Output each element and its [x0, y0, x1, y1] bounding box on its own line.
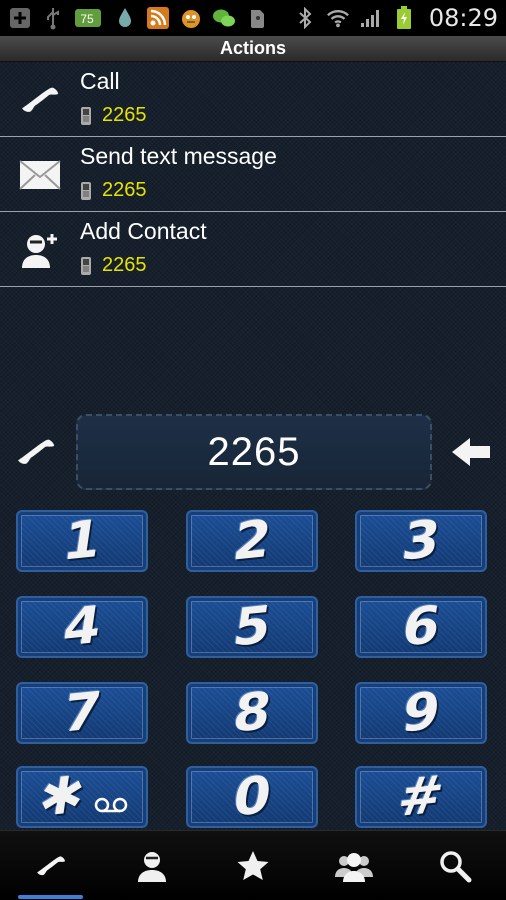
- action-sub: 2265: [80, 104, 147, 127]
- key-3[interactable]: 3: [355, 509, 487, 573]
- status-bar-system: 08:29: [293, 4, 498, 32]
- key-digit: 7: [59, 681, 105, 745]
- dial-call-button[interactable]: [14, 432, 58, 472]
- voicemail-icon: [94, 797, 128, 818]
- nav-favorites[interactable]: [202, 831, 303, 900]
- key-digit: 5: [229, 595, 275, 659]
- key-2[interactable]: 2: [186, 509, 318, 573]
- action-list: Call 2265 Send text message 2265 Add Con…: [0, 62, 506, 287]
- action-label: Send text message: [80, 143, 277, 169]
- search-icon: [439, 851, 471, 883]
- key-digit: 1: [59, 509, 105, 573]
- key-digit: 8: [229, 681, 275, 745]
- monster-icon: [179, 6, 203, 30]
- action-sub: 2265: [80, 254, 147, 277]
- key-digit: ✱: [35, 764, 89, 830]
- add-icon: [8, 6, 32, 30]
- action-add-contact[interactable]: Add Contact 2265: [0, 212, 506, 287]
- action-sub: 2265: [80, 179, 147, 202]
- envelope-icon: [16, 155, 64, 195]
- key-1[interactable]: 1: [16, 509, 148, 573]
- backspace-arrow-icon: [452, 438, 490, 466]
- action-label: Call: [80, 68, 120, 94]
- key-star[interactable]: ✱: [16, 764, 148, 830]
- action-send-text[interactable]: Send text message 2265: [0, 137, 506, 212]
- phone-icon: [36, 856, 65, 876]
- key-digit: 6: [398, 595, 444, 659]
- contact-icon: [137, 852, 166, 882]
- bottom-nav: [0, 830, 506, 900]
- action-call[interactable]: Call 2265: [0, 62, 506, 137]
- battery-icon: [392, 6, 416, 30]
- key-0[interactable]: 0: [186, 765, 318, 829]
- signal-icon: [359, 6, 383, 30]
- action-label: Add Contact: [80, 218, 207, 244]
- group-icon: [334, 853, 373, 882]
- add-contact-icon: [16, 230, 64, 270]
- key-8[interactable]: 8: [186, 681, 318, 745]
- mobile-phone-icon: [81, 256, 91, 275]
- phone-handset-icon: [16, 80, 64, 120]
- battery-level-icon: 75: [74, 6, 104, 30]
- water-drop-icon: [113, 6, 137, 30]
- nav-contacts[interactable]: [101, 831, 202, 900]
- usb-icon: [41, 6, 65, 30]
- action-number: 2265: [102, 179, 147, 201]
- status-bar-notifications: 75: [8, 6, 269, 30]
- nav-search[interactable]: [404, 831, 505, 900]
- key-hash[interactable]: #: [355, 764, 487, 830]
- key-digit: 4: [59, 595, 105, 659]
- nav-groups[interactable]: [303, 831, 404, 900]
- status-time: 08:29: [428, 4, 498, 32]
- bluetooth-icon: [293, 6, 317, 30]
- key-6[interactable]: 6: [355, 595, 487, 659]
- dial-number-display[interactable]: 2265: [76, 414, 432, 490]
- key-digit: 2: [229, 509, 275, 573]
- key-digit: 9: [398, 681, 444, 745]
- star-icon: [237, 851, 268, 880]
- battery-badge-text: 75: [80, 12, 94, 26]
- mobile-phone-icon: [81, 181, 91, 200]
- phone-handset-icon: [18, 439, 55, 464]
- wifi-icon: [326, 6, 350, 30]
- nav-phone[interactable]: [0, 831, 101, 900]
- key-7[interactable]: 7: [16, 681, 148, 745]
- action-number: 2265: [102, 254, 147, 276]
- page-title: Actions: [0, 36, 506, 62]
- key-9[interactable]: 9: [355, 681, 487, 745]
- key-5[interactable]: 5: [186, 595, 318, 659]
- backspace-button[interactable]: [450, 432, 492, 472]
- status-bar: 75 08:29: [0, 0, 506, 36]
- wechat-icon: [212, 6, 236, 30]
- key-digit: #: [394, 764, 448, 830]
- rss-icon: [146, 6, 170, 30]
- action-number: 2265: [102, 104, 147, 126]
- page-title-text: Actions: [219, 38, 286, 58]
- key-digit: 0: [229, 765, 275, 829]
- mobile-phone-icon: [81, 106, 91, 125]
- key-digit: 3: [398, 509, 444, 573]
- key-4[interactable]: 4: [16, 595, 148, 659]
- evernote-icon: [245, 6, 269, 30]
